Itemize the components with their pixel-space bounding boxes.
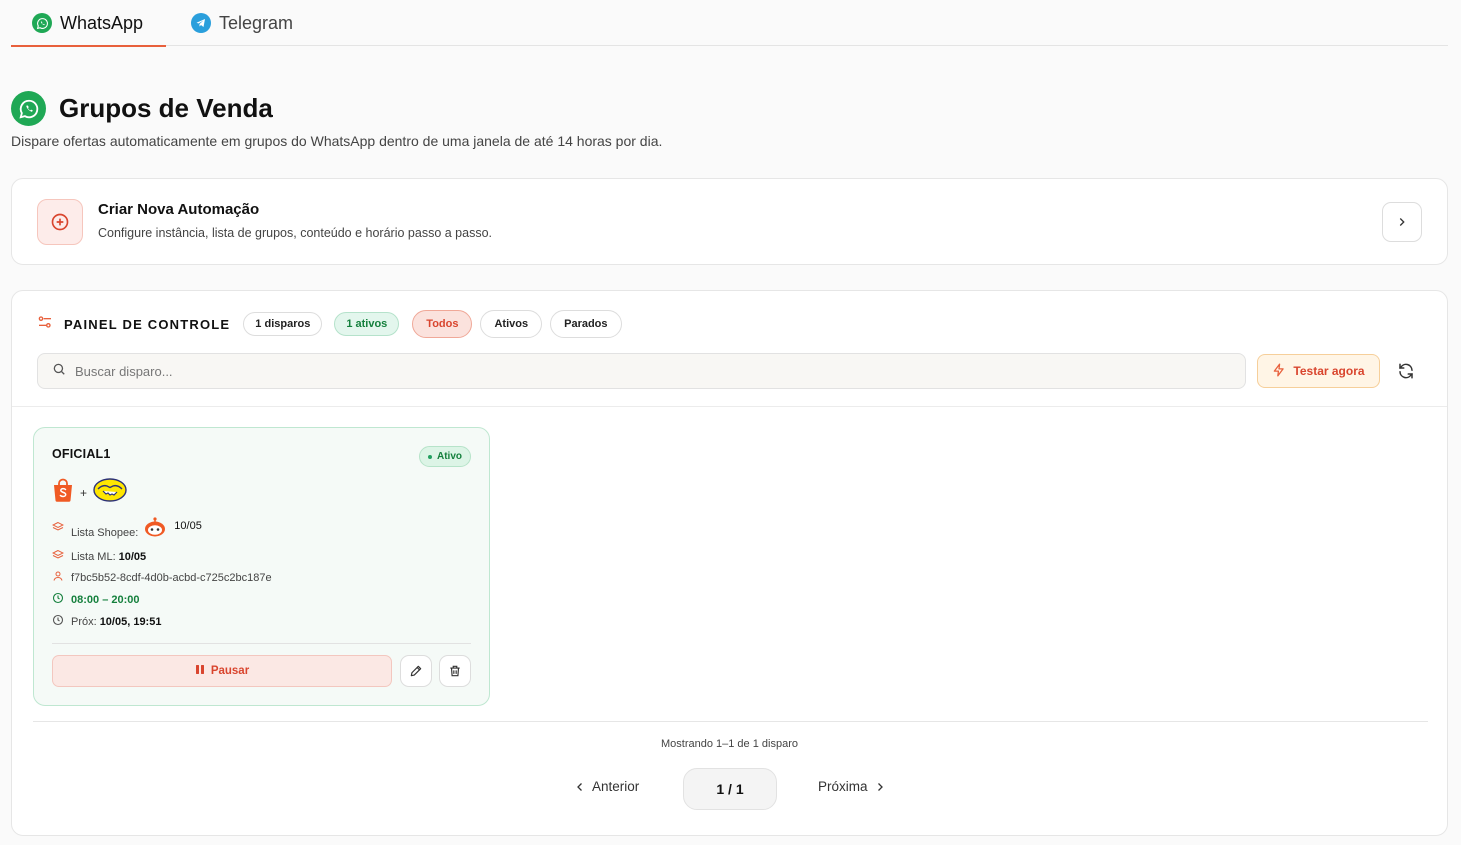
search-input[interactable] <box>75 363 1175 379</box>
panel-title: PAINEL DE CONTROLE <box>64 316 231 332</box>
filter-todos[interactable]: Todos <box>412 310 473 338</box>
next-run-value: 10/05, 19:51 <box>99 615 162 628</box>
instance-id: f7bc5b52-8cdf-4d0b-acbd-c725c2bc187e <box>71 571 272 584</box>
create-automation-title: Criar Nova Automação <box>98 201 260 218</box>
pagination-previous-label: Anterior <box>592 779 640 794</box>
instance-line: f7bc5b52-8cdf-4d0b-acbd-c725c2bc187e <box>52 570 272 585</box>
shopee-list-value: 10/05 <box>174 519 202 532</box>
layers-icon <box>51 521 65 536</box>
clock-icon <box>52 592 64 607</box>
platform-logos: + <box>52 478 127 507</box>
panel-divider <box>12 406 1447 407</box>
card-divider <box>52 643 471 644</box>
pagination-current-page: 1 / 1 <box>683 768 777 810</box>
whatsapp-icon <box>32 13 52 33</box>
search-box <box>37 353 1246 389</box>
page-title: Grupos de Venda <box>59 93 273 123</box>
robot-icon <box>143 516 167 541</box>
page-header: Grupos de Venda <box>11 91 273 126</box>
refresh-icon <box>1399 363 1413 379</box>
automation-card: OFICIAL1 Ativo + Lista Shopee: 10/05 Lis… <box>33 427 490 706</box>
filter-ativos[interactable]: Ativos <box>480 310 543 338</box>
plus-circle-icon <box>37 199 83 245</box>
pagination-previous[interactable]: Anterior <box>574 779 639 794</box>
ml-list-value: 10/05 <box>118 550 147 563</box>
pause-label: Pausar <box>210 665 250 677</box>
edit-button[interactable] <box>400 655 432 687</box>
test-now-button[interactable]: Testar agora <box>1257 354 1380 388</box>
refresh-button[interactable] <box>1395 360 1417 382</box>
chevron-right-icon <box>877 782 883 791</box>
pause-button[interactable]: Pausar <box>52 655 392 687</box>
status-dot-icon <box>428 454 432 459</box>
sliders-icon <box>37 314 53 335</box>
user-icon <box>52 570 64 585</box>
create-automation-card[interactable]: Criar Nova Automação Configure instância… <box>11 178 1448 265</box>
channel-tabs: WhatsApp Telegram <box>11 0 1448 47</box>
create-automation-arrow-button[interactable] <box>1382 202 1422 242</box>
page-description: Dispare ofertas automaticamente em grupo… <box>11 133 663 149</box>
next-run-line: Próx: 10/05, 19:51 <box>52 614 161 629</box>
ativos-count-badge: 1 ativos <box>334 312 400 336</box>
layers-icon <box>51 549 65 564</box>
pagination-summary: Mostrando 1–1 de 1 disparo <box>661 738 798 750</box>
status-label: Ativo <box>437 451 462 462</box>
clock-icon <box>52 614 64 629</box>
schedule-line: 08:00 – 20:00 <box>52 592 140 607</box>
plus-sign: + <box>80 485 88 500</box>
schedule-value: 08:00 – 20:00 <box>71 593 140 606</box>
automation-name: OFICIAL1 <box>52 447 111 461</box>
whatsapp-logo-icon <box>11 91 46 126</box>
lightning-icon <box>1272 363 1286 380</box>
ml-list-label: Lista ML: <box>71 550 116 563</box>
shopee-list-line: Lista Shopee: 10/05 <box>51 516 202 541</box>
chevron-right-icon <box>1399 218 1405 226</box>
mercadolivre-logo-icon <box>93 478 127 507</box>
pagination-divider <box>33 721 1428 722</box>
test-now-label: Testar agora <box>1293 364 1365 378</box>
panel-header: PAINEL DE CONTROLE 1 disparos 1 ativos T… <box>37 310 622 338</box>
tab-telegram-label: Telegram <box>219 12 294 33</box>
shopee-logo-icon <box>52 478 74 507</box>
pause-icon <box>195 664 205 678</box>
search-icon <box>52 362 66 381</box>
shopee-list-label: Lista Shopee: <box>71 526 139 539</box>
telegram-icon <box>191 13 211 33</box>
trash-icon <box>450 665 460 677</box>
tab-whatsapp[interactable]: WhatsApp <box>11 0 166 47</box>
control-panel: PAINEL DE CONTROLE 1 disparos 1 ativos T… <box>11 290 1448 836</box>
disparos-count-badge: 1 disparos <box>243 312 323 336</box>
pagination-next[interactable]: Próxima <box>818 779 886 794</box>
tab-telegram[interactable]: Telegram <box>191 0 293 46</box>
tab-whatsapp-label: WhatsApp <box>60 12 144 33</box>
pencil-icon <box>410 665 422 677</box>
next-run-label: Próx: <box>71 615 97 628</box>
create-automation-subtitle: Configure instância, lista de grupos, co… <box>98 226 492 240</box>
status-badge: Ativo <box>419 446 471 467</box>
ml-list-line: Lista ML: 10/05 <box>51 549 147 564</box>
filter-parados[interactable]: Parados <box>550 310 622 338</box>
delete-button[interactable] <box>439 655 471 687</box>
pagination-next-label: Próxima <box>818 779 868 794</box>
chevron-left-icon <box>577 782 582 791</box>
